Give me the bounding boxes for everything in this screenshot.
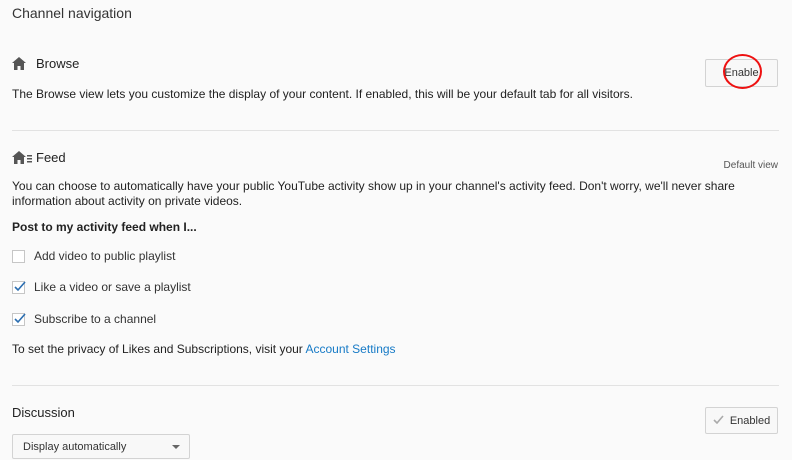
option-subscribe[interactable]: Subscribe to a channel [12,312,156,326]
check-icon [713,414,724,427]
option-label: Add video to public playlist [34,249,176,263]
divider [12,385,779,386]
browse-description: The Browse view lets you customize the d… [12,87,633,101]
discussion-enabled-button[interactable]: Enabled [705,407,778,434]
enabled-label: Enabled [729,414,771,427]
default-view-label: Default view [723,160,778,171]
divider [12,130,779,131]
caret-down-icon [172,445,180,449]
option-add-video-to-playlist[interactable]: Add video to public playlist [12,249,175,263]
page-title: Channel navigation [12,5,132,21]
option-label: Like a video or save a playlist [34,280,191,294]
privacy-text: To set the privacy of Likes and Subscrip… [12,341,396,357]
home-feed-icon [12,151,33,164]
browse-section-title: Browse [12,56,79,71]
option-like-video[interactable]: Like a video or save a playlist [12,280,191,294]
discussion-title: Discussion [12,405,75,420]
select-value: Display automatically [23,440,127,453]
checkbox[interactable] [12,249,25,263]
browse-enable-button[interactable]: Enable [705,59,778,87]
checkbox-checked[interactable] [12,280,26,294]
account-settings-link[interactable]: Account Settings [305,342,395,356]
feed-description-line1: You can choose to automatically have you… [12,179,735,193]
browse-title: Browse [36,56,80,71]
privacy-prefix: To set the privacy of Likes and Subscrip… [12,342,306,356]
option-label: Subscribe to a channel [34,312,157,326]
post-activity-heading: Post to my activity feed when I... [12,220,197,234]
checkbox-checked[interactable] [12,312,26,326]
feed-description-line2: information about activity on private vi… [12,194,243,208]
feed-title: Feed [36,150,66,165]
feed-section-title: Feed [12,150,66,165]
discussion-display-select[interactable]: Display automatically [12,434,190,459]
home-icon [12,57,26,70]
